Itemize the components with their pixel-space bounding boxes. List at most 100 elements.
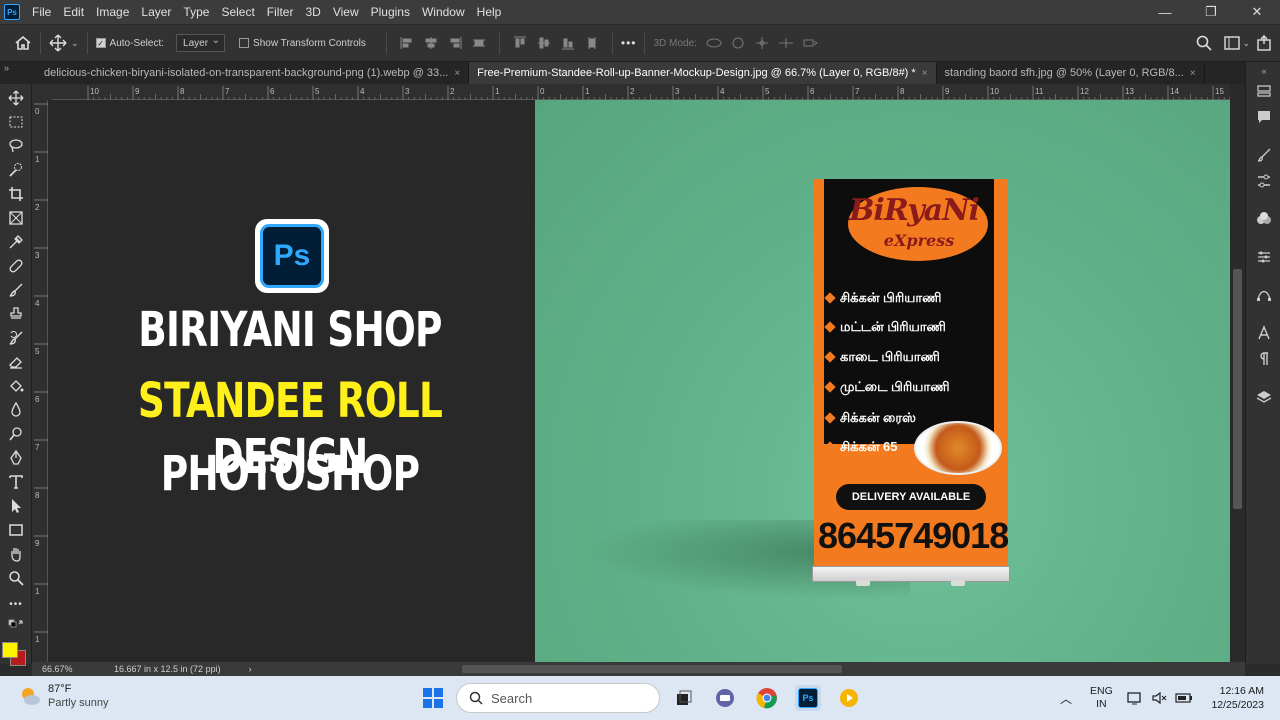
paths-panel-icon[interactable] — [1255, 286, 1273, 304]
blur-tool-icon[interactable] — [6, 400, 26, 420]
close-tab-icon[interactable]: × — [922, 68, 928, 79]
search-icon[interactable] — [1196, 35, 1213, 51]
properties-panel-icon[interactable] — [1255, 248, 1273, 266]
eyedropper-tool-icon[interactable] — [6, 232, 26, 252]
menu-view[interactable]: View — [327, 0, 365, 24]
quick-selection-tool-icon[interactable] — [6, 160, 26, 180]
pen-tool-icon[interactable] — [6, 448, 26, 468]
path-selection-tool-icon[interactable] — [6, 496, 26, 516]
frame-tool-icon[interactable] — [6, 208, 26, 228]
chevron-down-icon[interactable]: ⌄ — [1242, 38, 1250, 49]
eraser-tool-icon[interactable] — [6, 352, 26, 372]
edit-toolbar-icon[interactable]: ••• — [6, 594, 26, 614]
align-bottom-icon[interactable] — [561, 36, 575, 50]
close-button[interactable]: ✕ — [1234, 0, 1280, 24]
3d-scale-icon[interactable] — [801, 36, 819, 50]
history-brush-tool-icon[interactable] — [6, 328, 26, 348]
windows-start-icon[interactable] — [420, 685, 446, 711]
status-menu-arrow[interactable]: › — [249, 664, 252, 674]
chrome-icon[interactable] — [754, 685, 780, 711]
brush-tool-icon[interactable] — [6, 280, 26, 300]
zoom-level[interactable]: 66.67% — [42, 664, 82, 674]
history-panel-icon[interactable] — [1255, 82, 1273, 100]
menu-type[interactable]: Type — [177, 0, 215, 24]
move-tool-icon[interactable] — [6, 88, 26, 108]
weather-widget[interactable]: 87°F Partly sunny — [18, 682, 109, 710]
task-view-icon[interactable] — [670, 685, 696, 711]
menu-image[interactable]: Image — [90, 0, 135, 24]
paint-bucket-tool-icon[interactable] — [6, 376, 26, 396]
align-left-icon[interactable] — [400, 36, 414, 50]
workspace-icon[interactable] — [1224, 35, 1241, 51]
chevron-down-icon[interactable]: ⌄ — [71, 38, 79, 49]
foreground-color-swatch[interactable] — [2, 642, 18, 658]
rectangle-tool-icon[interactable] — [6, 520, 26, 540]
vertical-ruler[interactable]: 0123456789111 — [32, 100, 48, 664]
system-clock[interactable]: 12:16 AM 12/25/2023 — [1200, 684, 1264, 712]
type-tool-icon[interactable] — [6, 472, 26, 492]
tab-document-3[interactable]: standing baord sfh.jpg @ 50% (Layer 0, R… — [937, 62, 1205, 84]
character-panel-icon[interactable] — [1255, 324, 1273, 342]
photoshop-taskbar-icon[interactable]: Ps — [795, 685, 821, 711]
chevron-up-icon[interactable]: ︿ — [1060, 690, 1072, 707]
menu-3d[interactable]: 3D — [299, 0, 326, 24]
tab-document-1[interactable]: delicious-chicken-biryani-isolated-on-tr… — [36, 62, 470, 84]
speaker-muted-icon[interactable] — [1151, 690, 1167, 706]
3d-slide-icon[interactable] — [777, 36, 795, 50]
show-transform-checkbox[interactable] — [239, 38, 250, 48]
vertical-scroll-thumb[interactable] — [1233, 269, 1242, 509]
teams-chat-icon[interactable] — [712, 685, 738, 711]
comments-panel-icon[interactable] — [1255, 108, 1273, 126]
distribute-horizontal-icon[interactable] — [472, 36, 486, 50]
align-right-icon[interactable] — [448, 36, 462, 50]
distribute-vertical-icon[interactable] — [585, 36, 599, 50]
adjust-brush-icon[interactable] — [1255, 146, 1273, 164]
battery-icon[interactable] — [1175, 690, 1193, 706]
menu-file[interactable]: File — [26, 0, 57, 24]
more-options-button[interactable]: ••• — [621, 36, 637, 50]
menu-window[interactable]: Window — [416, 0, 471, 24]
3d-roll-icon[interactable] — [729, 36, 747, 50]
home-icon[interactable] — [14, 34, 32, 52]
menu-edit[interactable]: Edit — [57, 0, 90, 24]
minimize-button[interactable]: — — [1142, 0, 1188, 24]
menu-help[interactable]: Help — [471, 0, 508, 24]
marquee-tool-icon[interactable] — [6, 112, 26, 132]
close-tab-icon[interactable]: × — [454, 68, 460, 79]
auto-select-dropdown[interactable]: Layer — [176, 34, 226, 52]
align-middle-icon[interactable] — [537, 36, 551, 50]
menu-select[interactable]: Select — [215, 0, 260, 24]
maximize-button[interactable]: ❐ — [1188, 0, 1234, 24]
align-top-icon[interactable] — [513, 36, 527, 50]
libraries-panel-icon[interactable] — [1255, 210, 1273, 228]
horizontal-scroll-thumb[interactable] — [462, 665, 842, 673]
move-tool-icon[interactable] — [49, 34, 67, 52]
close-tab-icon[interactable]: × — [1190, 68, 1196, 79]
default-colors-icon[interactable] — [6, 618, 26, 632]
dodge-tool-icon[interactable] — [6, 424, 26, 444]
paragraph-panel-icon[interactable] — [1255, 350, 1273, 368]
collapse-dock-icon[interactable]: « — [1255, 62, 1273, 80]
share-icon[interactable] — [1256, 35, 1272, 51]
vertical-scrollbar[interactable] — [1230, 84, 1245, 662]
horizontal-ruler[interactable]: 10 9 8 7 6 5 4 3 2 1 0 1 2 3 4 5 6 7 8 9 10 11 12 13 14 15 — [52, 84, 1230, 100]
healing-brush-tool-icon[interactable] — [6, 256, 26, 276]
collapse-panels-icon[interactable]: » — [0, 62, 36, 84]
menu-plugins[interactable]: Plugins — [365, 0, 416, 24]
language-indicator[interactable]: ENG IN — [1090, 685, 1113, 711]
3d-rotate-icon[interactable] — [705, 36, 723, 50]
crop-tool-icon[interactable] — [6, 184, 26, 204]
display-icon[interactable] — [1127, 690, 1143, 706]
lasso-tool-icon[interactable] — [6, 136, 26, 156]
layers-panel-icon[interactable] — [1255, 388, 1273, 406]
hand-tool-icon[interactable] — [6, 544, 26, 564]
brush-settings-icon[interactable] — [1255, 172, 1273, 190]
clone-stamp-tool-icon[interactable] — [6, 304, 26, 324]
menu-filter[interactable]: Filter — [261, 0, 300, 24]
align-center-icon[interactable] — [424, 36, 438, 50]
menu-layer[interactable]: Layer — [135, 0, 177, 24]
auto-select-checkbox[interactable]: ✓ — [95, 38, 106, 48]
zoom-tool-icon[interactable] — [6, 568, 26, 588]
tab-document-2[interactable]: Free-Premium-Standee-Roll-up-Banner-Mock… — [469, 62, 937, 84]
taskbar-search-input[interactable]: Search — [456, 683, 660, 713]
